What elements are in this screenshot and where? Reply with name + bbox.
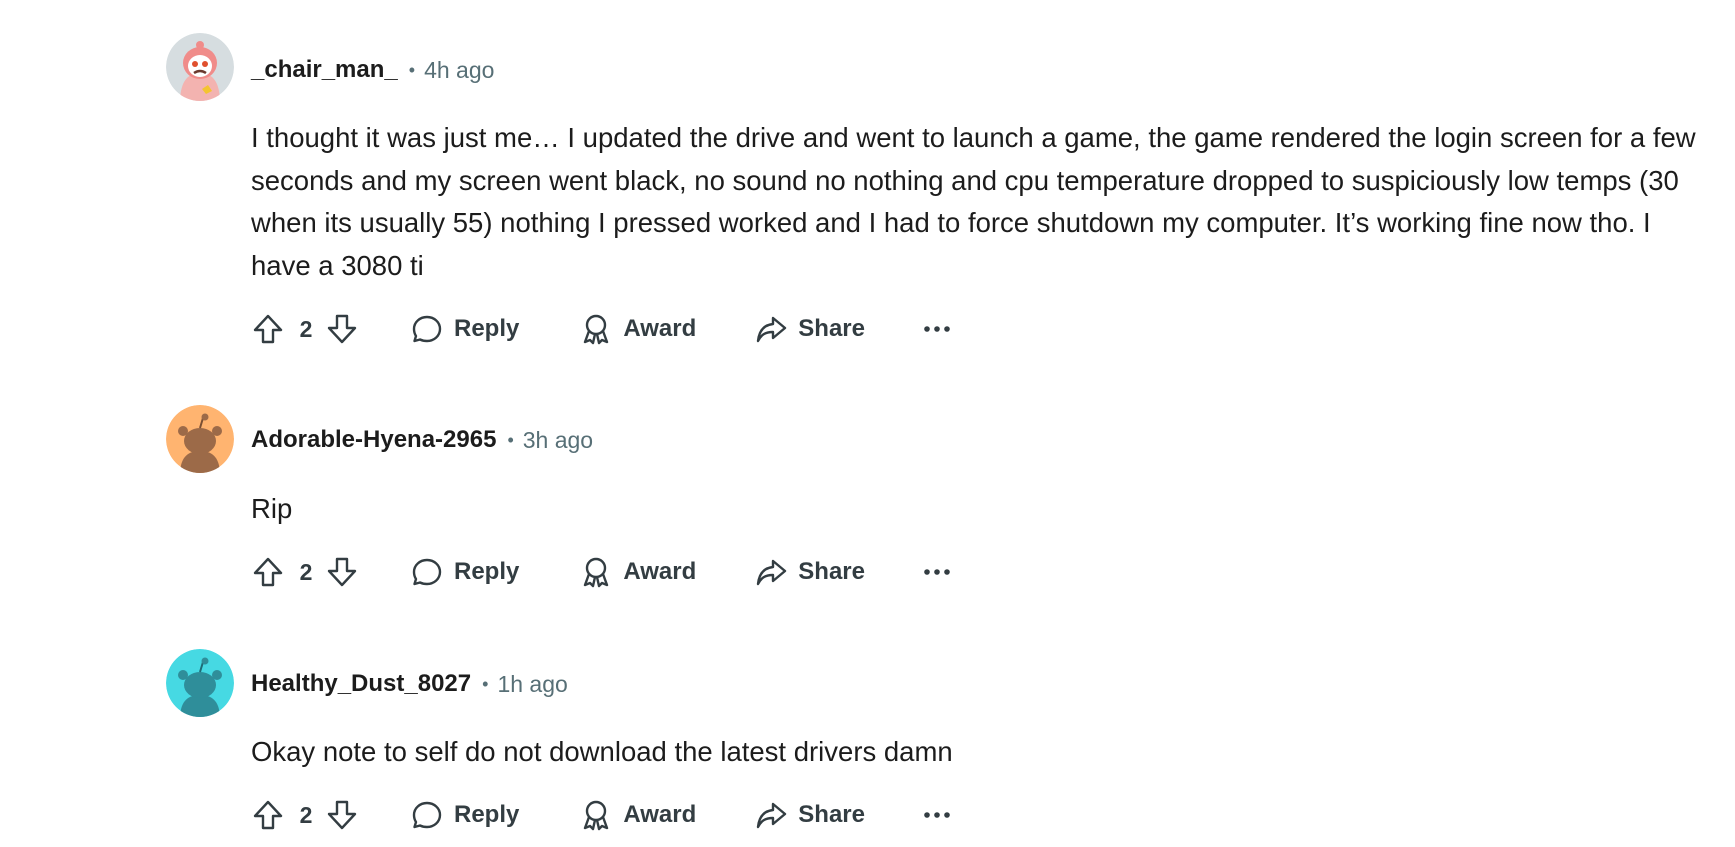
meta-separator: •	[482, 673, 489, 694]
award-label: Award	[623, 801, 697, 828]
reply-button[interactable]: Reply	[404, 307, 525, 351]
reply-button[interactable]: Reply	[404, 550, 525, 594]
speech-bubble-icon	[412, 315, 442, 343]
ellipsis-icon	[924, 812, 950, 818]
vote-score: 2	[299, 315, 313, 342]
upvote-button[interactable]	[246, 307, 290, 351]
upvote-button[interactable]	[246, 793, 290, 837]
comment-meta: Healthy_Dust_8027 • 1h ago	[251, 667, 568, 701]
comment-meta: _chair_man_ • 4h ago	[251, 53, 494, 87]
author-name[interactable]: Adorable-Hyena-2965	[251, 426, 496, 454]
snoo-avatar-pink-hood-icon	[166, 33, 234, 101]
upvote-arrow-icon	[253, 557, 283, 587]
share-arrow-icon	[757, 559, 787, 586]
reply-button[interactable]: Reply	[404, 793, 525, 837]
share-arrow-icon	[757, 316, 787, 343]
reply-label: Reply	[454, 801, 520, 828]
vote-control: 2	[246, 307, 364, 351]
comment-thread: _chair_man_ • 4h ago I thought it was ju…	[0, 0, 1735, 847]
comment-meta: Adorable-Hyena-2965 • 3h ago	[251, 423, 593, 457]
upvote-arrow-icon	[253, 314, 283, 344]
upvote-arrow-icon	[253, 800, 283, 830]
award-ribbon-icon	[584, 314, 609, 345]
avatar[interactable]	[166, 405, 234, 473]
snoo-avatar-orange-icon	[166, 405, 234, 473]
award-label: Award	[623, 558, 697, 585]
vote-control: 2	[246, 793, 364, 837]
downvote-button[interactable]	[320, 550, 364, 594]
timestamp[interactable]: 1h ago	[497, 671, 567, 698]
vote-control: 2	[246, 550, 364, 594]
more-options-button[interactable]	[915, 307, 959, 351]
snoo-avatar-teal-icon	[166, 649, 234, 717]
ellipsis-icon	[924, 326, 950, 332]
award-button[interactable]: Award	[573, 793, 702, 837]
award-label: Award	[623, 315, 697, 342]
meta-separator: •	[507, 429, 514, 450]
award-ribbon-icon	[584, 557, 609, 588]
avatar[interactable]	[166, 649, 234, 717]
share-label: Share	[798, 558, 865, 585]
comment-body: Rip	[251, 493, 293, 524]
share-button[interactable]: Share	[748, 793, 871, 837]
award-button[interactable]: Award	[573, 307, 702, 351]
timestamp[interactable]: 3h ago	[523, 427, 593, 454]
speech-bubble-icon	[412, 801, 442, 829]
meta-separator: •	[408, 59, 416, 80]
award-button[interactable]: Award	[573, 550, 702, 594]
vote-score: 2	[299, 801, 313, 828]
downvote-arrow-icon	[327, 800, 357, 830]
share-arrow-icon	[757, 802, 787, 829]
reply-label: Reply	[454, 315, 520, 342]
author-name[interactable]: Healthy_Dust_8027	[251, 670, 471, 698]
downvote-button[interactable]	[320, 793, 364, 837]
share-button[interactable]: Share	[748, 307, 871, 351]
share-button[interactable]: Share	[748, 550, 871, 594]
comment-actions: 2 Reply Award Share	[246, 307, 959, 351]
downvote-arrow-icon	[327, 314, 357, 344]
comment-body: I thought it was just me… I updated the …	[251, 122, 1696, 281]
share-label: Share	[798, 315, 865, 342]
award-ribbon-icon	[584, 800, 609, 831]
timestamp[interactable]: 4h ago	[424, 57, 494, 84]
vote-score: 2	[299, 558, 313, 585]
author-name[interactable]: _chair_man_	[251, 56, 398, 84]
avatar[interactable]	[166, 33, 234, 101]
more-options-button[interactable]	[915, 793, 959, 837]
comment-body: Okay note to self do not download the la…	[251, 736, 953, 767]
more-options-button[interactable]	[915, 550, 959, 594]
downvote-arrow-icon	[327, 557, 357, 587]
ellipsis-icon	[924, 569, 950, 575]
comment-actions: 2 Reply Award Share	[246, 793, 959, 837]
comment-actions: 2 Reply Award Share	[246, 550, 959, 594]
share-label: Share	[798, 801, 865, 828]
speech-bubble-icon	[412, 558, 442, 586]
reply-label: Reply	[454, 558, 520, 585]
upvote-button[interactable]	[246, 550, 290, 594]
downvote-button[interactable]	[320, 307, 364, 351]
